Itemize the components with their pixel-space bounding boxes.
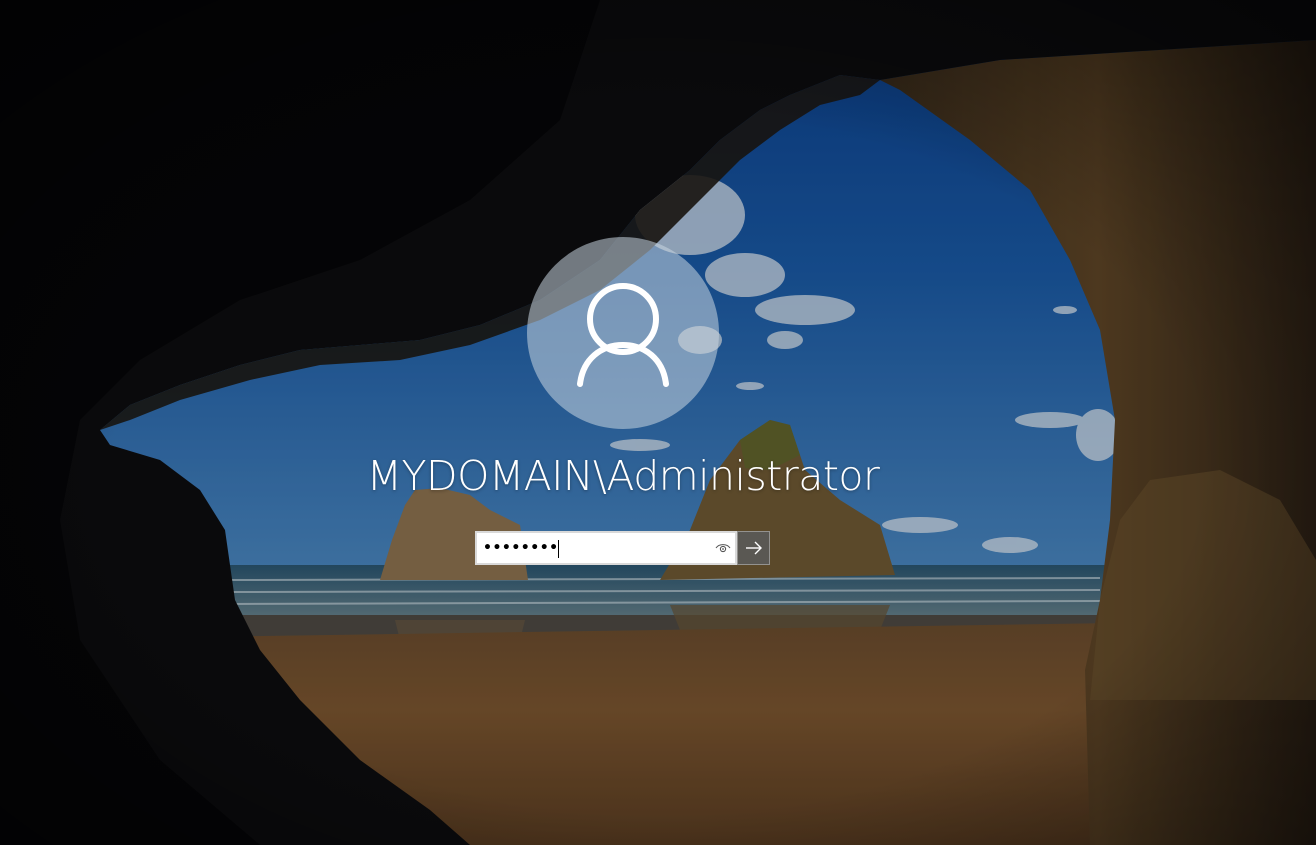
eye-icon[interactable]: [715, 541, 731, 555]
password-field[interactable]: [475, 531, 737, 565]
account-name: MYDOMAIN\Administrator: [366, 452, 880, 500]
submit-button[interactable]: [737, 531, 770, 565]
lock-screen: MYDOMAIN\Administrator: [0, 0, 1316, 845]
user-avatar: [527, 237, 719, 429]
user-silhouette-icon: [577, 283, 669, 387]
password-input[interactable]: [483, 535, 705, 561]
arrow-right-icon: [746, 541, 762, 555]
text-caret: [558, 540, 559, 558]
